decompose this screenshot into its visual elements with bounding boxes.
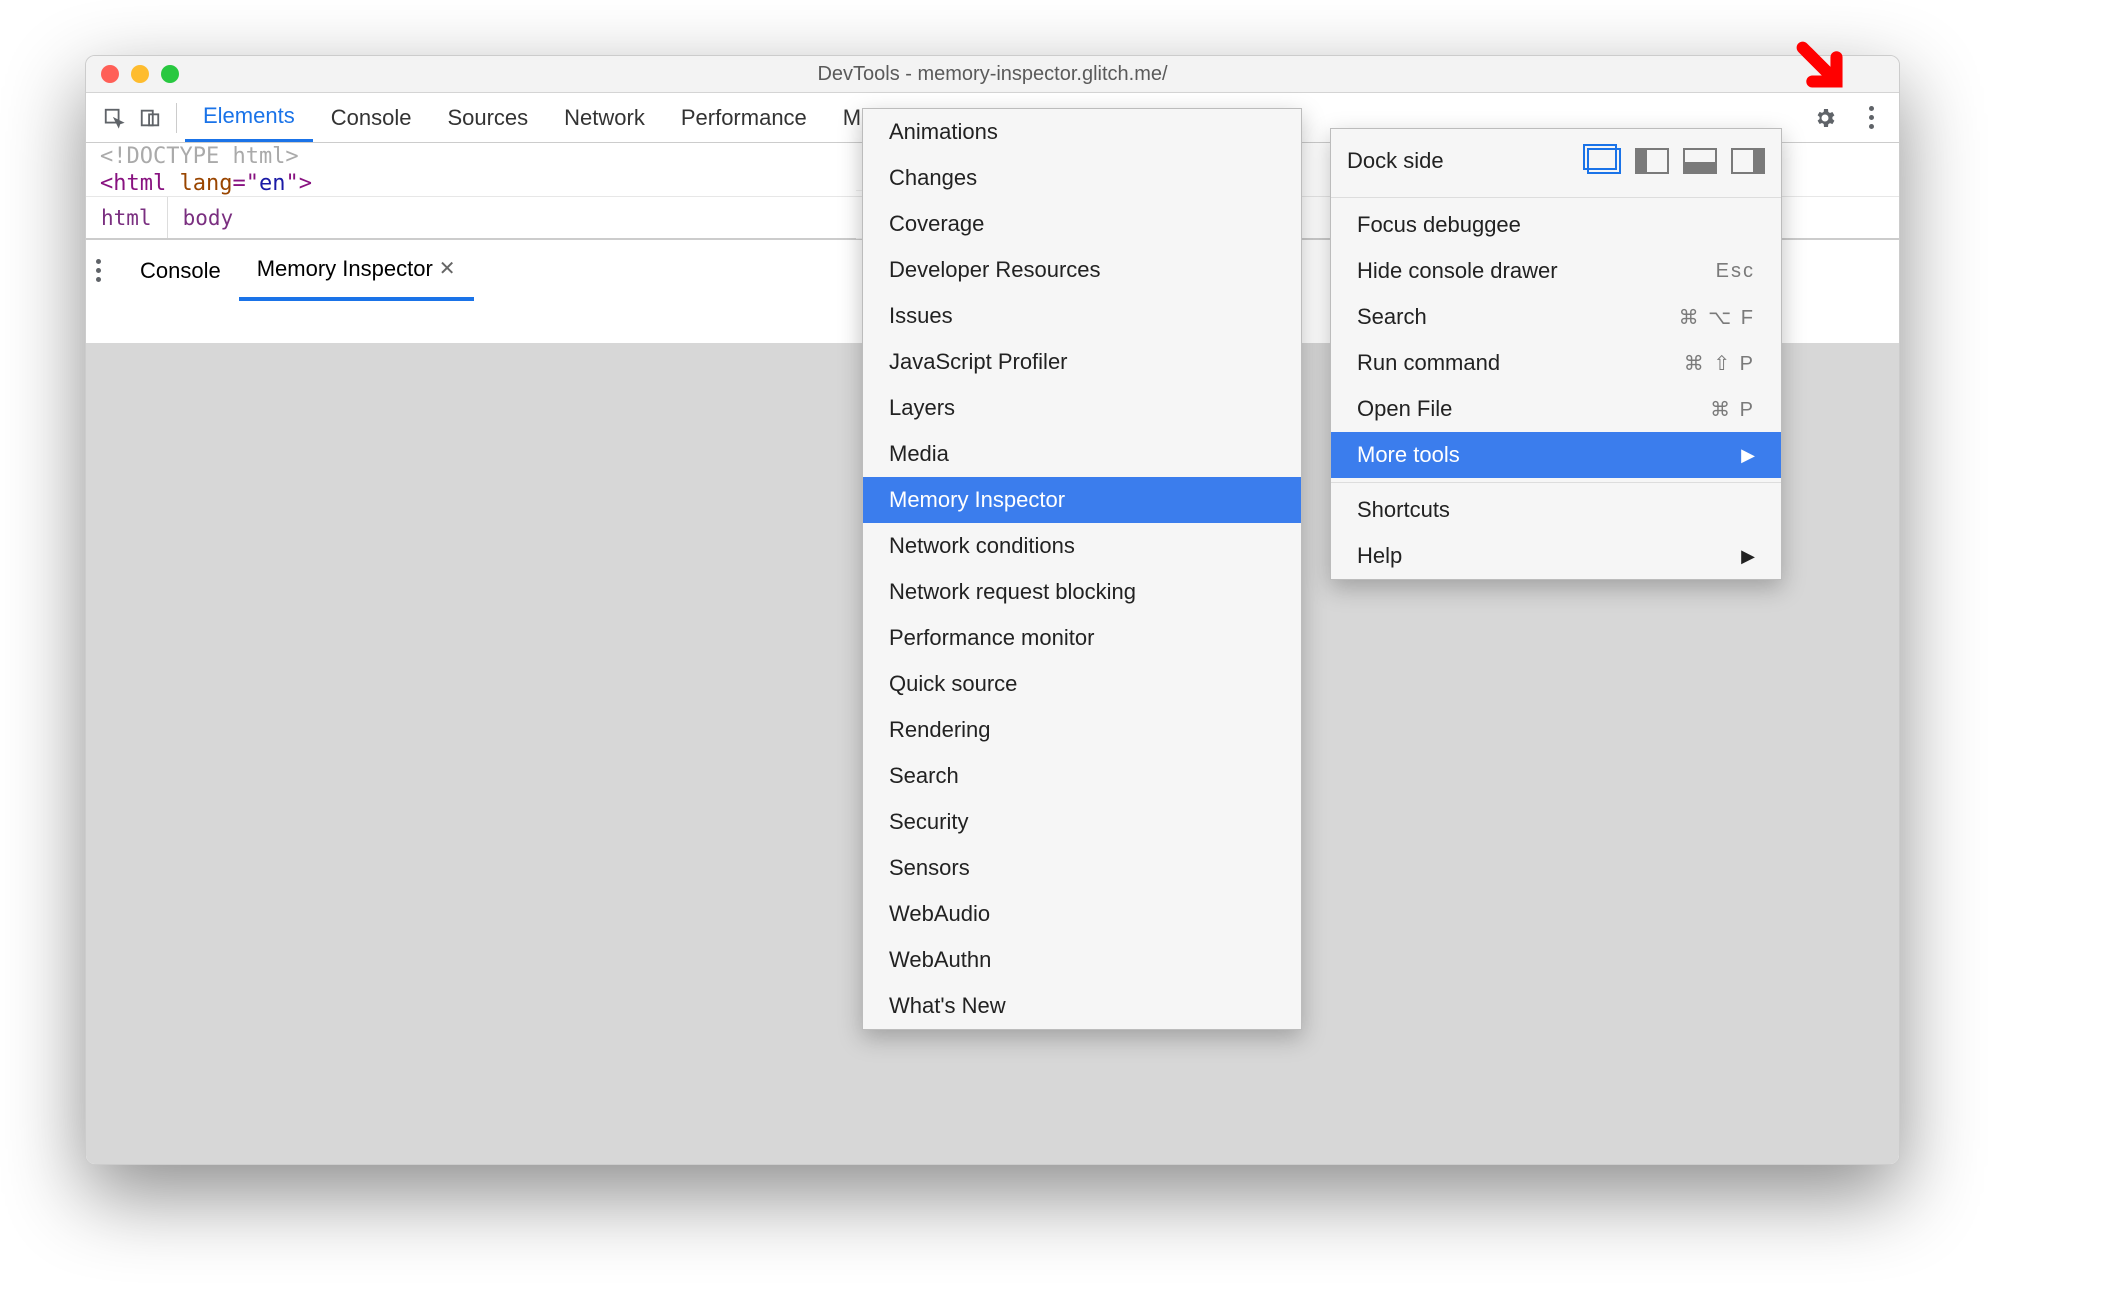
more-tools-item-webauthn[interactable]: WebAuthn — [863, 937, 1301, 983]
window-title: DevTools - memory-inspector.glitch.me/ — [86, 63, 1899, 86]
titlebar: DevTools - memory-inspector.glitch.me/ — [86, 56, 1899, 93]
more-tools-item-network-request-blocking[interactable]: Network request blocking — [863, 569, 1301, 615]
more-tools-item-security[interactable]: Security — [863, 799, 1301, 845]
dom-html-tag: <html lang="en"> — [100, 171, 312, 196]
traffic-close-icon[interactable] — [101, 65, 119, 83]
divider — [176, 103, 177, 133]
menu-item-search[interactable]: Search⌘ ⌥ F — [1331, 294, 1781, 340]
more-tools-item-changes[interactable]: Changes — [863, 155, 1301, 201]
more-tools-item-javascript-profiler[interactable]: JavaScript Profiler — [863, 339, 1301, 385]
tab-console[interactable]: Console — [313, 93, 430, 142]
more-tools-item-webaudio[interactable]: WebAudio — [863, 891, 1301, 937]
menu-item-run-command[interactable]: Run command⌘ ⇧ P — [1331, 340, 1781, 386]
menu-separator — [1331, 482, 1781, 483]
dock-right-icon[interactable] — [1731, 148, 1765, 174]
chevron-right-icon: ▶ — [1741, 445, 1755, 466]
more-tools-item-issues[interactable]: Issues — [863, 293, 1301, 339]
more-tools-item-rendering[interactable]: Rendering — [863, 707, 1301, 753]
menu-item-open-file[interactable]: Open File⌘ P — [1331, 386, 1781, 432]
main-options-menu: Dock side Focus debuggeeHide console dra… — [1330, 128, 1782, 580]
menu-item-hide-console-drawer[interactable]: Hide console drawerEsc — [1331, 248, 1781, 294]
breadcrumb-html[interactable]: html — [86, 197, 167, 238]
dock-bottom-icon[interactable] — [1683, 148, 1717, 174]
menu-separator — [1331, 197, 1781, 198]
more-tools-item-sensors[interactable]: Sensors — [863, 845, 1301, 891]
dock-side-label: Dock side — [1347, 148, 1573, 174]
more-tools-item-performance-monitor[interactable]: Performance monitor — [863, 615, 1301, 661]
more-tools-item-layers[interactable]: Layers — [863, 385, 1301, 431]
dock-side-row: Dock side — [1331, 129, 1781, 193]
drawer-tab-console[interactable]: Console — [122, 240, 239, 301]
close-icon[interactable]: ✕ — [439, 256, 456, 281]
more-tools-item-network-conditions[interactable]: Network conditions — [863, 523, 1301, 569]
device-toolbar-icon[interactable] — [132, 100, 168, 136]
drawer-tab-memory-inspector[interactable]: Memory Inspector✕ — [239, 240, 474, 301]
more-tools-item-coverage[interactable]: Coverage — [863, 201, 1301, 247]
tab-performance[interactable]: Performance — [663, 93, 825, 142]
settings-gear-icon[interactable] — [1807, 100, 1843, 136]
dock-left-icon[interactable] — [1635, 148, 1669, 174]
more-tools-item-memory-inspector[interactable]: Memory Inspector — [863, 477, 1301, 523]
more-tools-item-search[interactable]: Search — [863, 753, 1301, 799]
menu-item-help[interactable]: Help▶ — [1331, 533, 1781, 579]
menu-item-focus-debuggee[interactable]: Focus debuggee — [1331, 202, 1781, 248]
dom-doctype: <!DOCTYPE html> — [100, 144, 299, 169]
traffic-minimize-icon[interactable] — [131, 65, 149, 83]
more-tools-submenu: AnimationsChangesCoverageDeveloper Resou… — [862, 108, 1302, 1030]
tab-elements[interactable]: Elements — [185, 93, 313, 142]
menu-item-shortcuts[interactable]: Shortcuts — [1331, 487, 1781, 533]
more-tools-item-developer-resources[interactable]: Developer Resources — [863, 247, 1301, 293]
more-tools-item-what-s-new[interactable]: What's New — [863, 983, 1301, 1029]
chevron-right-icon: ▶ — [1741, 546, 1755, 567]
dock-undock-icon[interactable] — [1587, 148, 1621, 174]
traffic-maximize-icon[interactable] — [161, 65, 179, 83]
tab-sources[interactable]: Sources — [429, 93, 546, 142]
tab-network[interactable]: Network — [546, 93, 663, 142]
annotation-arrow-icon — [1793, 38, 1851, 101]
inspect-element-icon[interactable] — [96, 100, 132, 136]
more-tools-item-media[interactable]: Media — [863, 431, 1301, 477]
breadcrumb-body[interactable]: body — [167, 197, 249, 238]
drawer-kebab-icon[interactable] — [86, 259, 122, 282]
more-options-kebab-icon[interactable] — [1853, 100, 1889, 136]
more-tools-item-quick-source[interactable]: Quick source — [863, 661, 1301, 707]
more-tools-item-animations[interactable]: Animations — [863, 109, 1301, 155]
menu-item-more-tools[interactable]: More tools▶ — [1331, 432, 1781, 478]
